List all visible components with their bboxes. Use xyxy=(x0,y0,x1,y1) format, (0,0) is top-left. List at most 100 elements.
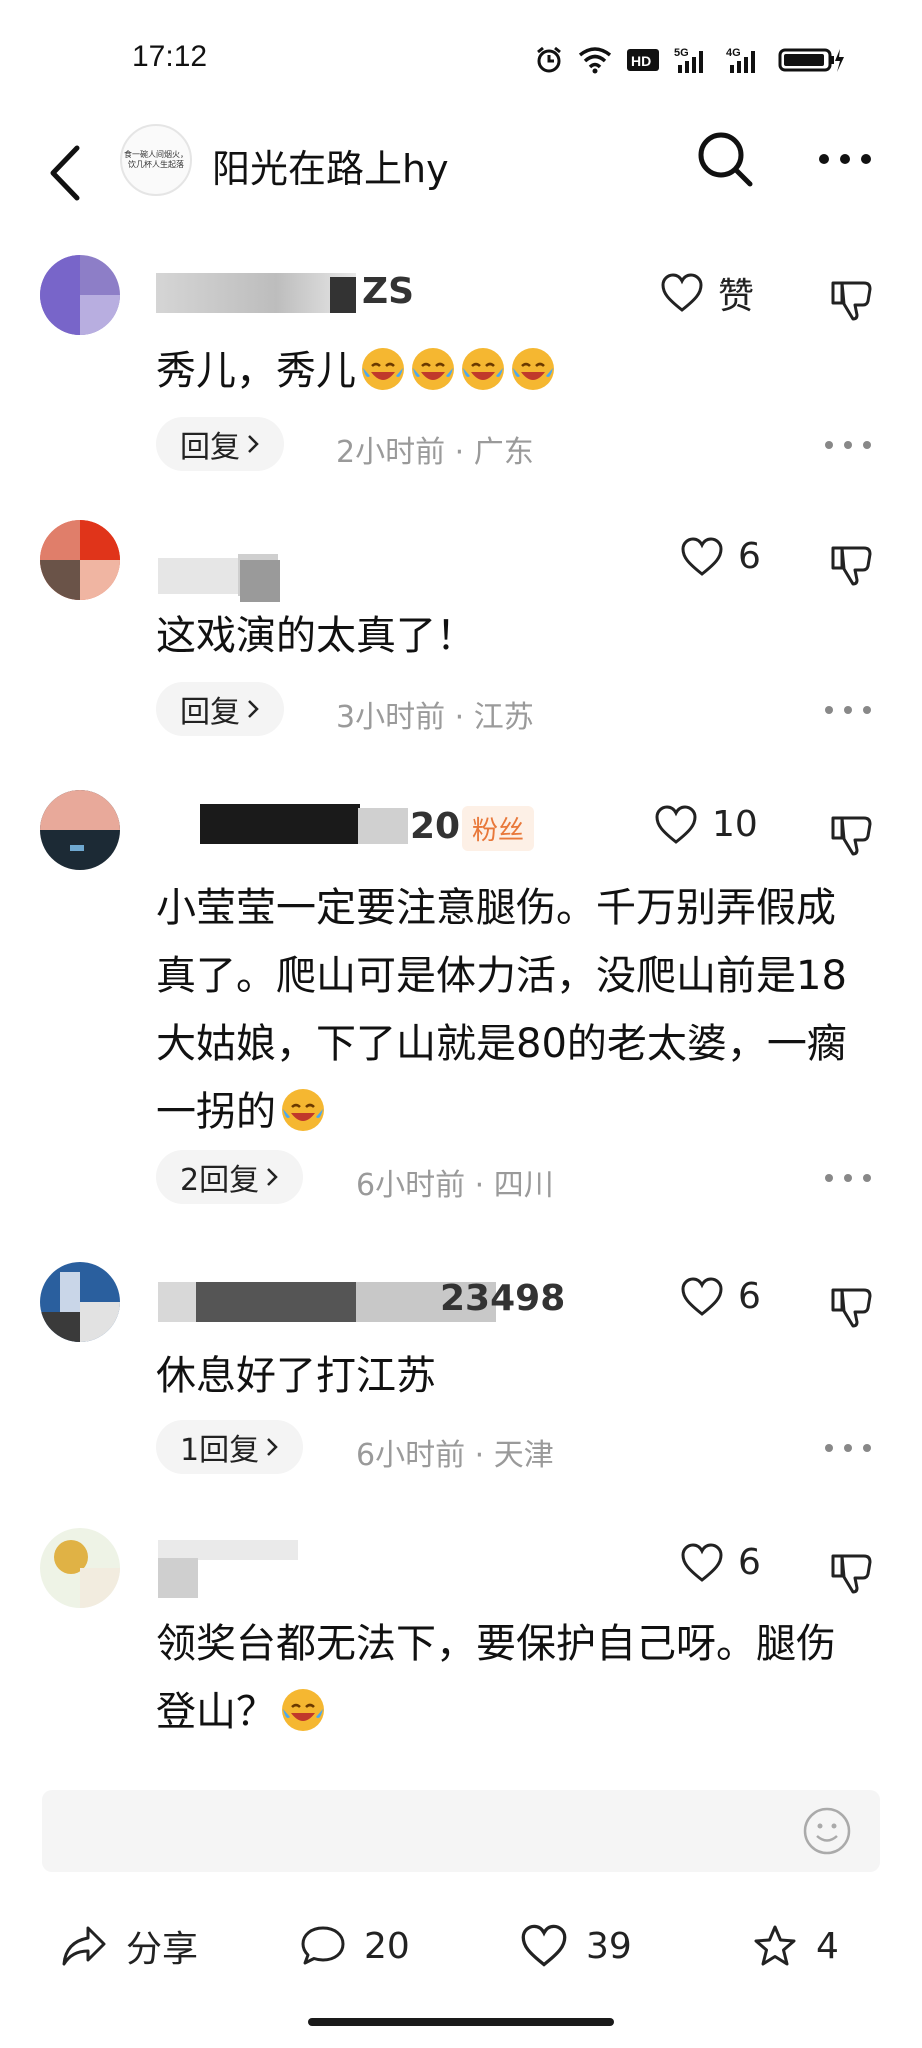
comment-text-content: 秀儿，秀儿 xyxy=(156,348,356,394)
comment-more-button[interactable] xyxy=(818,1158,878,1198)
chevron-right-icon xyxy=(267,1438,278,1456)
home-indicator[interactable] xyxy=(308,2018,614,2026)
avatar-caption: 食一碗人间烟火，饮几杯人生起落 xyxy=(124,150,188,169)
comment-button[interactable]: 20 xyxy=(300,1906,410,1986)
comment-text: 休息好了打江苏 xyxy=(156,1353,436,1399)
comment-more-button[interactable] xyxy=(818,690,878,730)
search-button[interactable] xyxy=(690,124,760,194)
thumbs-down-icon xyxy=(831,1288,872,1328)
more-icon xyxy=(819,154,871,164)
comment-meta: 3小时前 · 江苏 xyxy=(336,700,534,735)
blurred-username xyxy=(158,1540,298,1560)
heart-icon xyxy=(681,1542,723,1582)
comment-more-button[interactable] xyxy=(818,425,878,465)
heart-icon xyxy=(661,273,703,312)
dislike-button[interactable] xyxy=(824,536,880,592)
comment-meta: 2小时前 · 广东 xyxy=(336,435,534,470)
avatar[interactable] xyxy=(40,1262,120,1342)
post-like-count: 39 xyxy=(586,1925,632,1967)
comment-bubble-icon xyxy=(301,1926,345,1965)
heart-icon xyxy=(655,804,697,844)
fan-badge: 粉丝 xyxy=(462,806,535,851)
reply-button[interactable]: 回复 xyxy=(156,417,284,471)
blurred-username xyxy=(240,560,280,602)
blurred-username xyxy=(358,808,408,844)
share-button[interactable]: 分享 xyxy=(60,1906,198,1986)
dislike-button[interactable] xyxy=(824,1544,880,1600)
laugh-cry-emoji-icon xyxy=(282,1089,324,1131)
username[interactable]: ZS xyxy=(362,271,414,312)
back-button[interactable] xyxy=(40,128,90,218)
wifi-icon xyxy=(578,46,612,74)
dislike-button[interactable] xyxy=(824,806,880,862)
favorite-button[interactable]: 4 xyxy=(752,1906,839,1986)
laugh-cry-emoji-icon xyxy=(362,348,404,390)
reply-label: 1回复 xyxy=(180,1433,260,1468)
heart-icon xyxy=(681,1276,723,1316)
page-title[interactable]: 阳光在路上hy xyxy=(212,138,449,193)
chevron-right-icon xyxy=(248,700,259,718)
more-button[interactable] xyxy=(810,124,880,194)
dislike-button[interactable] xyxy=(824,1278,880,1334)
reply-label: 回复 xyxy=(180,430,240,465)
chevron-right-icon xyxy=(248,435,259,453)
laugh-cry-emoji-icon xyxy=(462,348,504,390)
like-label: 赞 xyxy=(718,276,755,317)
dislike-button[interactable] xyxy=(824,271,880,327)
signal-5g-icon: 5G xyxy=(674,45,712,75)
avatar[interactable] xyxy=(40,255,120,335)
reply-button[interactable]: 1回复 xyxy=(156,1420,304,1474)
status-bar: 17:12 HD 5G 4G xyxy=(0,0,922,110)
reply-label: 2回复 xyxy=(180,1163,260,1198)
reply-button[interactable]: 回复 xyxy=(156,682,284,736)
username[interactable]: 20 xyxy=(410,806,460,847)
thumbs-down-icon xyxy=(831,816,872,856)
more-dots-icon xyxy=(825,441,871,449)
like-button[interactable]: 10 xyxy=(654,804,758,845)
status-icons: HD 5G 4G xyxy=(534,42,844,78)
bottom-action-bar: 分享 20 39 4 xyxy=(0,1906,922,1986)
like-count: 6 xyxy=(738,536,761,577)
blurred-username xyxy=(200,804,360,844)
comment-input[interactable] xyxy=(42,1790,880,1872)
avatar[interactable] xyxy=(40,520,120,600)
comment-count: 20 xyxy=(364,1925,410,1967)
svg-text:HD: HD xyxy=(631,53,651,69)
comment-text-content: 小莹莹一定要注意腿伤。千万别弄假成真了。爬山可是体力活，没爬山前是18大姑娘，下… xyxy=(156,885,847,1135)
reply-button[interactable]: 2回复 xyxy=(156,1150,304,1204)
like-button[interactable]: 6 xyxy=(680,536,761,577)
comment-more-button[interactable] xyxy=(818,1428,878,1468)
avatar[interactable] xyxy=(40,1528,120,1608)
avatar[interactable] xyxy=(40,790,120,870)
signal-4g-icon: 4G xyxy=(726,45,764,75)
username[interactable]: 23498 xyxy=(440,1278,565,1319)
alarm-icon xyxy=(534,45,564,75)
blurred-username xyxy=(196,1282,356,1322)
heart-icon xyxy=(521,1924,567,1967)
more-dots-icon xyxy=(825,1444,871,1452)
blurred-username xyxy=(330,277,356,313)
header: 食一碗人间烟火，饮几杯人生起落 阳光在路上hy xyxy=(0,110,922,240)
battery-icon xyxy=(778,46,844,74)
laugh-cry-emoji-icon xyxy=(512,348,554,390)
favorite-count: 4 xyxy=(816,1925,839,1967)
laugh-cry-emoji-icon xyxy=(412,348,454,390)
hd-icon: HD xyxy=(626,46,660,74)
blurred-username xyxy=(158,1558,198,1598)
like-button[interactable]: 赞 xyxy=(660,267,754,319)
emoji-face-icon[interactable] xyxy=(802,1806,852,1856)
like-count: 6 xyxy=(738,1542,761,1583)
blurred-username xyxy=(158,1282,198,1322)
heart-icon xyxy=(681,536,723,576)
like-button[interactable]: 6 xyxy=(680,1276,761,1317)
status-time: 17:12 xyxy=(132,40,208,73)
comment-meta: 6小时前 · 天津 xyxy=(356,1438,554,1473)
thumbs-down-icon xyxy=(831,1554,872,1594)
like-count: 6 xyxy=(738,1276,761,1317)
like-button[interactable]: 6 xyxy=(680,1542,761,1583)
svg-text:4G: 4G xyxy=(726,47,741,59)
blurred-username xyxy=(156,273,356,313)
author-avatar[interactable]: 食一碗人间烟火，饮几杯人生起落 xyxy=(120,124,192,196)
comment-text: 秀儿，秀儿 xyxy=(156,337,856,405)
like-post-button[interactable]: 39 xyxy=(520,1906,632,1986)
